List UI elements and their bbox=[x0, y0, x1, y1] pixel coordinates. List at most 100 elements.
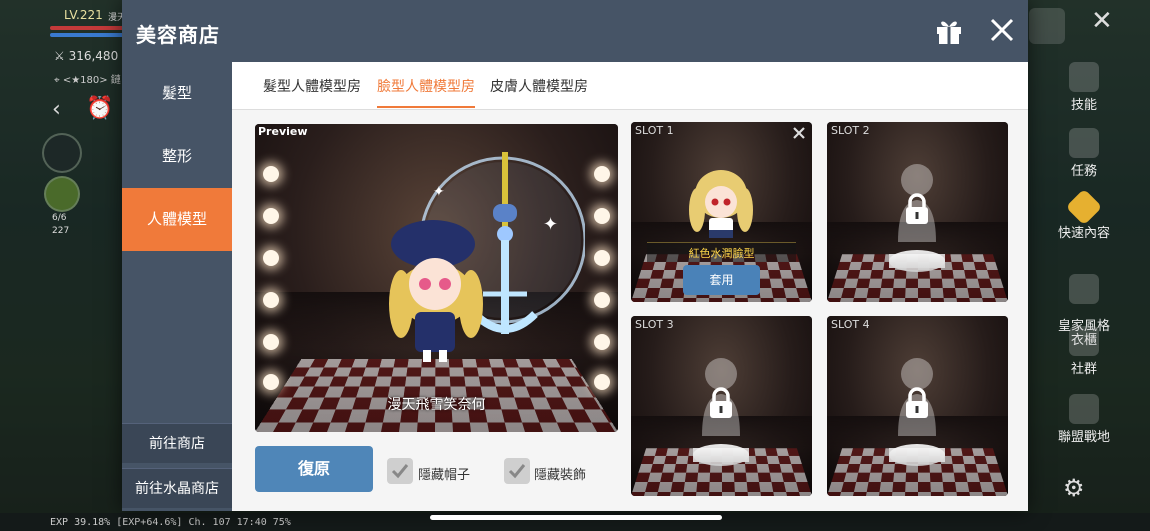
mannequin-character bbox=[689, 170, 753, 238]
hud-power: ⚔ 316,480 bbox=[54, 49, 119, 63]
svg-text:✦: ✦ bbox=[543, 214, 558, 235]
hide-accessory-label: 隱藏裝飾 bbox=[534, 468, 587, 483]
mp-bar bbox=[50, 33, 130, 37]
hide-accessory-checkbox[interactable] bbox=[504, 458, 530, 484]
pedestal-top bbox=[889, 444, 945, 466]
menu-quest-label: 任務 bbox=[1070, 164, 1097, 179]
gift-icon[interactable] bbox=[934, 16, 964, 46]
light-bulb bbox=[263, 166, 279, 182]
light-bulb bbox=[263, 250, 279, 266]
modal-title: 美容商店 bbox=[136, 23, 220, 47]
slot-label: SLOT 2 bbox=[831, 124, 870, 137]
sidebar-item-label: 整形 bbox=[161, 147, 192, 165]
slot-label: SLOT 1 bbox=[635, 124, 674, 137]
menu-quick-label: 快速內容 bbox=[1057, 226, 1110, 241]
menu-union-label: 聯盟戰地 bbox=[1057, 430, 1110, 445]
hud-position-value: <★180> 鏈 bbox=[62, 75, 121, 86]
community-icon bbox=[1069, 326, 1099, 356]
light-bulb bbox=[263, 374, 279, 390]
light-bulb bbox=[594, 166, 610, 182]
menu-quick[interactable]: 快速內容 bbox=[1049, 188, 1119, 241]
slot-label: SLOT 4 bbox=[831, 318, 870, 331]
reset-label: 復原 bbox=[297, 459, 330, 478]
hud-left: LV.221 漫天 ⚔ 316,480 ⌖ <★180> 鏈 ‹ ⏰ 6/6 2… bbox=[0, 0, 130, 531]
hud-position: ⌖ <★180> 鏈 bbox=[54, 75, 121, 86]
goto-crystal-shop-label: 前往水晶商店 bbox=[135, 481, 219, 497]
goto-crystal-shop-button[interactable]: 前往水晶商店 bbox=[122, 468, 232, 508]
goto-shop-button[interactable]: 前往商店 bbox=[122, 423, 232, 463]
lock-icon bbox=[710, 387, 732, 418]
skill-slot-icon[interactable] bbox=[42, 133, 82, 173]
hud-level: LV.221 bbox=[64, 8, 103, 22]
quick-content-icon bbox=[1065, 188, 1103, 226]
goto-shop-label: 前往商店 bbox=[149, 436, 205, 452]
slot-label: SLOT 3 bbox=[635, 318, 674, 331]
light-bulb bbox=[594, 374, 610, 390]
slot-1[interactable]: SLOT 1 紅色水潤臉型 套用 bbox=[631, 122, 812, 302]
character-icon[interactable] bbox=[1029, 8, 1065, 44]
light-bulb bbox=[594, 292, 610, 308]
hud-right-menu: ✕ 技能 任務 快速內容 皇家風格 衣櫃 社群 聯盟戰地 ⚙ bbox=[1025, 0, 1150, 531]
hud-stat-a: 6/6 bbox=[52, 213, 67, 223]
hide-hat-checkbox[interactable] bbox=[387, 458, 413, 484]
skill-icon bbox=[1069, 62, 1099, 92]
pet-icon[interactable] bbox=[44, 176, 80, 212]
sidebar-item-face[interactable]: 整形 bbox=[122, 125, 232, 188]
content-area: ✦ ✦ Preview 漫天飛雪笑奈何 SLOT 1 紅色水潤臉型 套用 SLO… bbox=[232, 110, 1028, 511]
lock-icon bbox=[906, 193, 928, 224]
light-bulb bbox=[594, 208, 610, 224]
checkmark-icon bbox=[391, 464, 409, 479]
tab-face-mannequin[interactable]: 臉型人體模型房 bbox=[377, 76, 475, 108]
modal-header: 美容商店 bbox=[122, 0, 1028, 62]
alarm-icon[interactable]: ⏰ bbox=[86, 96, 113, 121]
hide-hat-label: 隱藏帽子 bbox=[418, 468, 471, 483]
tab-skin-mannequin[interactable]: 皮膚人體模型房 bbox=[490, 76, 588, 106]
sidebar-item-mannequin[interactable]: 人體模型 bbox=[122, 188, 232, 251]
character-name: 漫天飛雪笑奈何 bbox=[387, 397, 486, 413]
back-icon[interactable]: ‹ bbox=[52, 97, 61, 122]
settings-icon[interactable]: ⚙ bbox=[1063, 474, 1085, 502]
light-bulb bbox=[594, 334, 610, 350]
slot-4[interactable]: SLOT 4 bbox=[827, 316, 1008, 496]
beauty-shop-modal: 美容商店 髮型 整形 人體模型 前往商店 前往水晶商店 髮型人體模型房 臉型人體… bbox=[122, 0, 1028, 511]
wardrobe-icon bbox=[1069, 274, 1099, 304]
sidebar-item-hair[interactable]: 髮型 bbox=[122, 62, 232, 125]
home-indicator[interactable] bbox=[430, 515, 722, 520]
slot-item-name: 紅色水潤臉型 bbox=[688, 247, 755, 260]
sidebar-item-label: 髮型 bbox=[161, 84, 192, 102]
pedestal-top bbox=[889, 250, 945, 272]
tab-bar: 髮型人體模型房 臉型人體模型房 皮膚人體模型房 bbox=[232, 62, 1028, 110]
sidebar-item-label: 人體模型 bbox=[146, 210, 207, 228]
menu-quest[interactable]: 任務 bbox=[1049, 128, 1119, 179]
hud-power-value: 316,480 bbox=[68, 49, 119, 63]
menu-union[interactable]: 聯盟戰地 bbox=[1049, 394, 1119, 445]
tab-hair-mannequin[interactable]: 髮型人體模型房 bbox=[263, 76, 361, 106]
lock-icon bbox=[906, 387, 928, 418]
pedestal-top bbox=[693, 444, 749, 466]
hud-stat-b: 227 bbox=[52, 226, 70, 236]
hud-exp: EXP 39.18% [EXP+64.6%] Ch. 107 17:40 75% bbox=[50, 517, 291, 528]
slot-3[interactable]: SLOT 3 bbox=[631, 316, 812, 496]
close-icon[interactable] bbox=[988, 16, 1016, 44]
slot-2[interactable]: SLOT 2 bbox=[827, 122, 1008, 302]
menu-community-label: 社群 bbox=[1070, 362, 1097, 377]
light-bulb bbox=[263, 208, 279, 224]
hud-close-icon[interactable]: ✕ bbox=[1091, 6, 1113, 36]
character-sprite: ✦ ✦ bbox=[389, 152, 585, 362]
hp-bar bbox=[50, 26, 130, 30]
light-bulb bbox=[263, 334, 279, 350]
reset-button[interactable]: 復原 bbox=[255, 446, 373, 492]
light-bulb bbox=[594, 250, 610, 266]
preview-panel: ✦ ✦ Preview 漫天飛雪笑奈何 bbox=[255, 124, 618, 432]
preview-label: Preview bbox=[258, 125, 308, 138]
light-bulb bbox=[263, 292, 279, 308]
quest-icon bbox=[1069, 128, 1099, 158]
slot-remove-icon[interactable] bbox=[792, 126, 806, 140]
menu-skill[interactable]: 技能 bbox=[1049, 62, 1119, 113]
menu-community[interactable]: 社群 bbox=[1049, 326, 1119, 377]
apply-button[interactable]: 套用 bbox=[683, 265, 760, 295]
sidebar: 髮型 整形 人體模型 前往商店 前往水晶商店 bbox=[122, 62, 232, 511]
menu-skill-label: 技能 bbox=[1070, 98, 1097, 113]
union-icon bbox=[1069, 394, 1099, 424]
checkmark-icon bbox=[508, 464, 526, 479]
